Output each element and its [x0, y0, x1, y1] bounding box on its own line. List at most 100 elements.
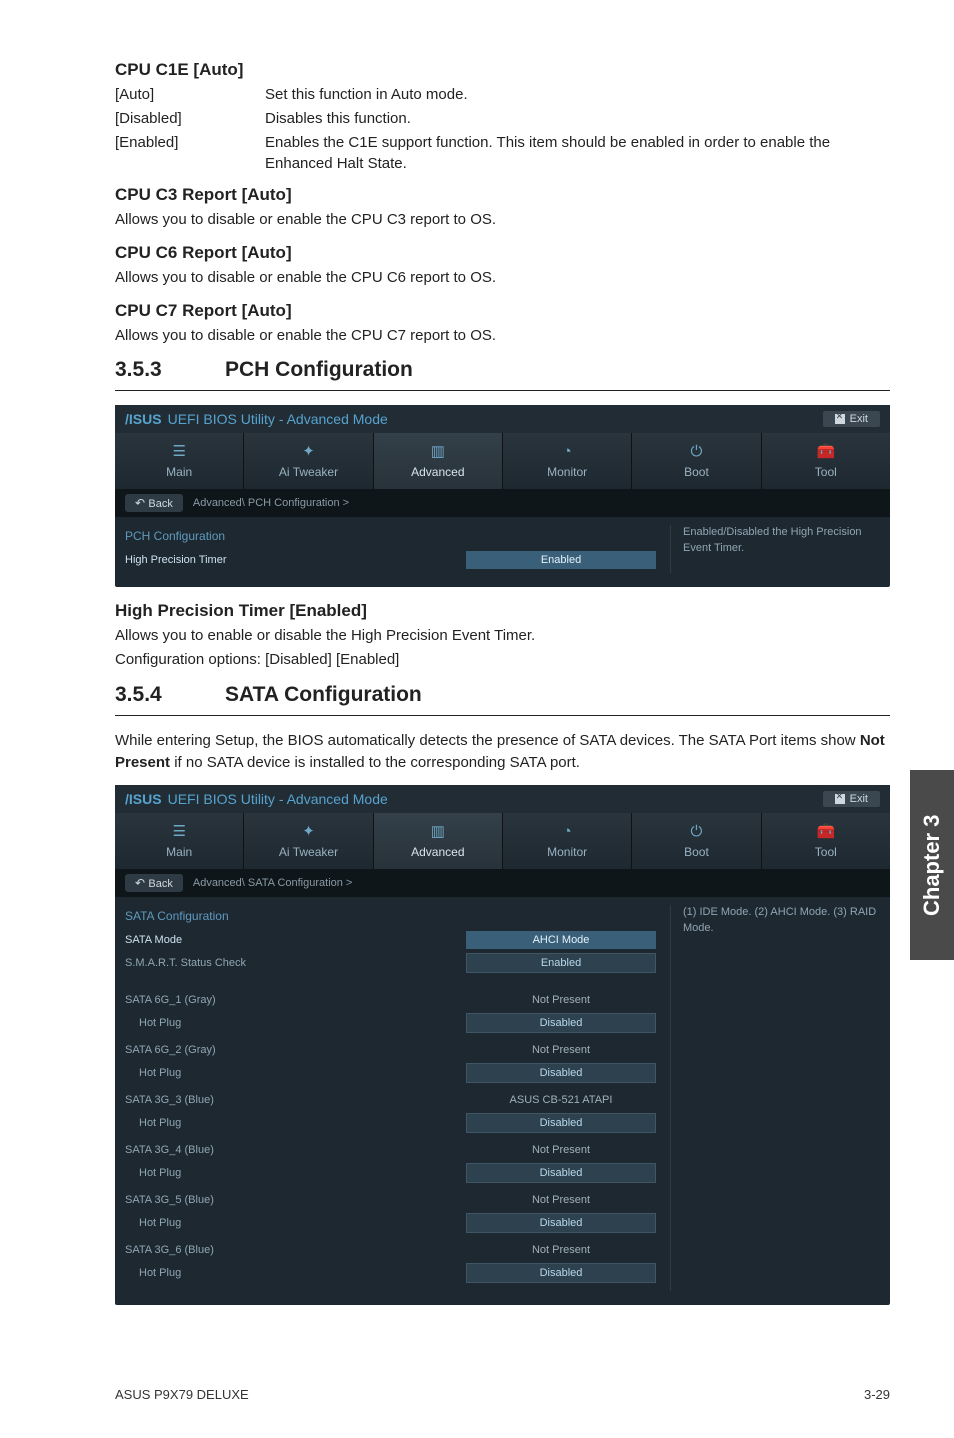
hot-plug-item[interactable]: Hot PlugDisabled — [139, 1163, 656, 1183]
pch-section-title: PCH Configuration — [125, 529, 656, 543]
tab-advanced[interactable]: ▥Advanced — [374, 433, 503, 489]
tab-tool[interactable]: 🧰Tool — [762, 433, 890, 489]
tab-ai-tweaker[interactable]: ✦Ai Tweaker — [244, 813, 373, 869]
bios-title: UEFI BIOS Utility - Advanced Mode — [168, 411, 388, 427]
breadcrumb: Advanced\ SATA Configuration > — [193, 877, 353, 889]
smart-value[interactable]: Enabled — [466, 953, 656, 973]
tab-tool[interactable]: 🧰Tool — [762, 813, 890, 869]
section-num: 3.5.4 — [115, 683, 225, 707]
section-3-5-4: 3.5.4SATA Configuration — [115, 683, 890, 707]
sata-port-name: SATA 6G_1 (Gray) — [125, 994, 466, 1006]
sata-mode-value[interactable]: AHCI Mode — [466, 931, 656, 949]
exit-icon — [835, 794, 845, 804]
hot-plug-value[interactable]: Disabled — [466, 1213, 656, 1233]
hpt-value[interactable]: Enabled — [466, 551, 656, 569]
cpu-c7-text: Allows you to disable or enable the CPU … — [115, 325, 890, 347]
sata-mode-label: SATA Mode — [125, 934, 466, 946]
hpt-item[interactable]: High Precision Timer Enabled — [125, 551, 656, 569]
chip-icon: ▥ — [374, 821, 502, 841]
sata-port-item: SATA 6G_2 (Gray)Not Present — [125, 1041, 656, 1059]
sata-port-status: Not Present — [466, 1141, 656, 1159]
tab-monitor[interactable]: ◔Monitor — [503, 433, 632, 489]
sata-port-item: SATA 6G_1 (Gray)Not Present — [125, 991, 656, 1009]
hot-plug-value[interactable]: Disabled — [466, 1113, 656, 1133]
sata-port-group: SATA 6G_2 (Gray)Not Present Hot PlugDisab… — [125, 1041, 656, 1083]
sata-port-item: SATA 3G_4 (Blue)Not Present — [125, 1141, 656, 1159]
hot-plug-label: Hot Plug — [139, 1267, 466, 1279]
sata-port-group: SATA 3G_4 (Blue)Not Present Hot PlugDisab… — [125, 1141, 656, 1183]
sata-mode-item[interactable]: SATA Mode AHCI Mode — [125, 931, 656, 949]
hot-plug-value[interactable]: Disabled — [466, 1063, 656, 1083]
cpu-c7-heading: CPU C7 Report [Auto] — [115, 301, 890, 321]
asus-logo: /ISUS — [125, 791, 162, 807]
tab-advanced[interactable]: ▥Advanced — [374, 813, 503, 869]
hot-plug-item[interactable]: Hot PlugDisabled — [139, 1263, 656, 1283]
sata-port-item: SATA 3G_5 (Blue)Not Present — [125, 1191, 656, 1209]
tab-main[interactable]: ☰Main — [115, 813, 244, 869]
hpt-heading: High Precision Timer [Enabled] — [115, 601, 890, 621]
sata-port-status: Not Present — [466, 1241, 656, 1259]
sata-port-name: SATA 6G_2 (Gray) — [125, 1044, 466, 1056]
exit-icon — [835, 414, 845, 424]
wizard-icon: ✦ — [244, 441, 372, 461]
cpu-c3-heading: CPU C3 Report [Auto] — [115, 185, 890, 205]
hot-plug-item[interactable]: Hot PlugDisabled — [139, 1013, 656, 1033]
section-num: 3.5.3 — [115, 358, 225, 382]
list-icon: ☰ — [115, 821, 243, 841]
tab-ai-tweaker[interactable]: ✦Ai Tweaker — [244, 433, 373, 489]
help-panel: Enabled/Disabled the High Precision Even… — [670, 525, 880, 573]
sata-port-status: ASUS CB-521 ATAPI — [466, 1091, 656, 1109]
sata-port-group: SATA 6G_1 (Gray)Not Present Hot PlugDisab… — [125, 991, 656, 1033]
chip-icon: ▥ — [374, 441, 502, 461]
hot-plug-label: Hot Plug — [139, 1067, 466, 1079]
tab-boot[interactable]: ⏻Boot — [632, 813, 761, 869]
hot-plug-item[interactable]: Hot PlugDisabled — [139, 1213, 656, 1233]
tab-monitor[interactable]: ◔Monitor — [503, 813, 632, 869]
hpt-text1: Allows you to enable or disable the High… — [115, 625, 890, 647]
chapter-tab: Chapter 3 — [910, 770, 954, 960]
exit-button[interactable]: Exit — [823, 411, 880, 427]
sata-section-title: SATA Configuration — [125, 909, 656, 923]
divider — [115, 715, 890, 716]
smart-item[interactable]: S.M.A.R.T. Status Check Enabled — [125, 953, 656, 973]
sata-port-name: SATA 3G_4 (Blue) — [125, 1144, 466, 1156]
section-title: SATA Configuration — [225, 683, 422, 706]
toolbox-icon: 🧰 — [762, 821, 890, 841]
hot-plug-item[interactable]: Hot PlugDisabled — [139, 1113, 656, 1133]
cpu-c6-text: Allows you to disable or enable the CPU … — [115, 267, 890, 289]
back-button[interactable]: Back — [125, 874, 183, 892]
hot-plug-value[interactable]: Disabled — [466, 1163, 656, 1183]
c1e-val-enabled: Enables the C1E support function. This i… — [265, 132, 890, 176]
section-title: PCH Configuration — [225, 358, 413, 381]
tab-main[interactable]: ☰Main — [115, 433, 244, 489]
hot-plug-value[interactable]: Disabled — [466, 1263, 656, 1283]
sata-port-name: SATA 3G_6 (Blue) — [125, 1244, 466, 1256]
cpu-c3-text: Allows you to disable or enable the CPU … — [115, 209, 890, 231]
sata-intro: While entering Setup, the BIOS automatic… — [115, 730, 890, 774]
sata-port-item: SATA 3G_6 (Blue)Not Present — [125, 1241, 656, 1259]
sata-port-name: SATA 3G_5 (Blue) — [125, 1194, 466, 1206]
c1e-key-disabled: [Disabled] — [115, 108, 265, 130]
c1e-val-auto: Set this function in Auto mode. — [265, 84, 890, 106]
help-panel: (1) IDE Mode. (2) AHCI Mode. (3) RAID Mo… — [670, 905, 880, 1291]
hot-plug-label: Hot Plug — [139, 1117, 466, 1129]
c1e-table: [Auto]Set this function in Auto mode. [D… — [115, 84, 890, 175]
hpt-label: High Precision Timer — [125, 554, 466, 566]
back-button[interactable]: Back — [125, 494, 183, 512]
hot-plug-label: Hot Plug — [139, 1217, 466, 1229]
asus-logo: /ISUS — [125, 411, 162, 427]
tab-boot[interactable]: ⏻Boot — [632, 433, 761, 489]
bios-pch-screenshot: /ISUS UEFI BIOS Utility - Advanced Mode … — [115, 405, 890, 587]
bios-title: UEFI BIOS Utility - Advanced Mode — [168, 791, 388, 807]
exit-button[interactable]: Exit — [823, 791, 880, 807]
sata-port-group: SATA 3G_5 (Blue)Not Present Hot PlugDisab… — [125, 1191, 656, 1233]
hot-plug-value[interactable]: Disabled — [466, 1013, 656, 1033]
cpu-c1e-heading: CPU C1E [Auto] — [115, 60, 890, 80]
hot-plug-item[interactable]: Hot PlugDisabled — [139, 1063, 656, 1083]
wizard-icon: ✦ — [244, 821, 372, 841]
sata-port-group: SATA 3G_3 (Blue)ASUS CB-521 ATAPIHot Plu… — [125, 1091, 656, 1133]
power-icon: ⏻ — [632, 821, 760, 841]
footer-model: ASUS P9X79 DELUXE — [115, 1387, 249, 1402]
sata-port-name: SATA 3G_3 (Blue) — [125, 1094, 466, 1106]
bios-tabs: ☰Main ✦Ai Tweaker ▥Advanced ◔Monitor ⏻Bo… — [115, 433, 890, 489]
